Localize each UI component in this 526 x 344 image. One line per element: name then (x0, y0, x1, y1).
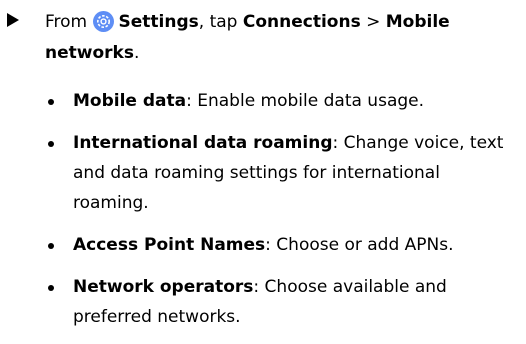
step-instruction: From Settings, tap Connections > Mobile … (45, 7, 515, 69)
mobile-network-options-list: Mobile data: Enable mobile data usage. I… (45, 86, 520, 344)
settings-label: Settings (118, 12, 199, 32)
item-title: Access Point Names (73, 235, 266, 255)
settings-gear-icon (92, 11, 114, 32)
step-end: . (133, 43, 140, 63)
item-title: Network operators (73, 277, 254, 297)
item-title: International data roaming (73, 133, 333, 153)
step-middle: , tap (198, 12, 243, 32)
item-description: : Choose or add APNs. (265, 235, 454, 255)
step-prefix: From (45, 12, 93, 32)
list-item-international-data-roaming: International data roaming: Change voice… (45, 128, 520, 218)
step-separator: > (360, 12, 386, 32)
bullet-icon (48, 141, 54, 147)
list-item-access-point-names: Access Point Names: Choose or add APNs. (45, 230, 520, 260)
step-arrow-icon (7, 13, 19, 27)
bullet-icon (48, 285, 54, 291)
list-item-network-operators: Network operators: Choose available and … (45, 272, 520, 332)
item-description: : Enable mobile data usage. (186, 91, 425, 111)
list-item-mobile-data: Mobile data: Enable mobile data usage. (45, 86, 520, 116)
bullet-icon (48, 243, 54, 249)
item-title: Mobile data (73, 91, 187, 111)
connections-label: Connections (242, 12, 361, 32)
bullet-icon (48, 99, 54, 105)
